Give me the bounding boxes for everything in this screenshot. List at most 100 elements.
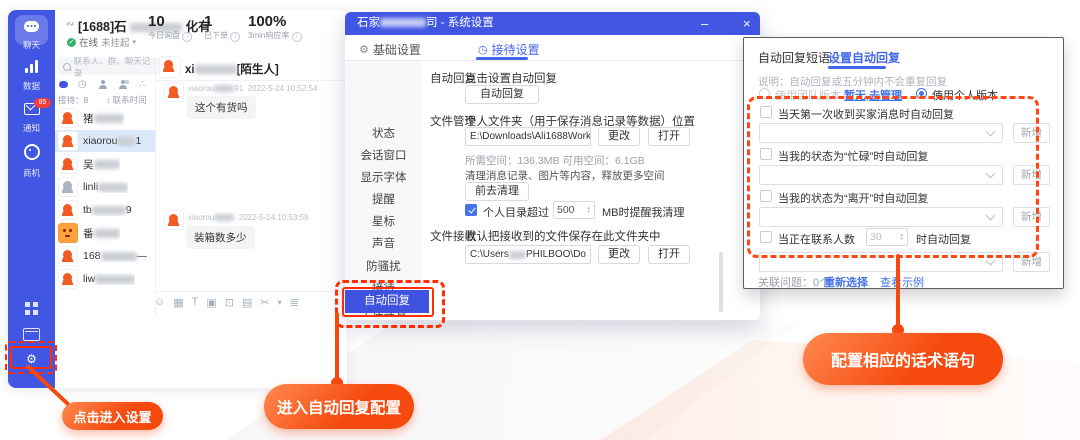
message-meta: xiaorou 2022-5-24 10:53:59 — [188, 213, 309, 222]
menu-item-session-window[interactable]: 会话窗口 — [345, 147, 422, 163]
screenshot-icon[interactable]: ▦ — [173, 296, 183, 310]
contact-avatar — [58, 200, 78, 220]
stepper-arrows-icon[interactable]: ▲▼ — [587, 206, 591, 214]
change-folder-button[interactable]: 更改 — [598, 127, 640, 146]
tab-set-auto-reply[interactable]: 设置自动回复 — [828, 49, 900, 66]
contact-avatar — [58, 223, 78, 243]
menu-item-star[interactable]: 星标 — [345, 213, 422, 229]
rule1-dropdown[interactable] — [759, 123, 1003, 143]
open-folder-button[interactable]: 打开 — [648, 127, 690, 146]
folder-icon[interactable]: ▤ — [242, 296, 252, 310]
rule4-dropdown[interactable] — [759, 252, 1003, 272]
go-clean-button[interactable]: 前去清理 — [465, 182, 529, 201]
scissors-icon[interactable]: ✂ — [260, 296, 269, 310]
limit-checkbox[interactable] — [465, 204, 477, 216]
menu-item-anti-harass[interactable]: 防骚扰 — [345, 258, 422, 274]
image-icon[interactable]: ▣ — [206, 296, 216, 310]
message-bubble: 这个有货吗 — [187, 96, 256, 119]
rule1-add-button[interactable]: 新增 — [1013, 123, 1050, 143]
receive-folder-path-input[interactable]: C:\UsersPHILBOO\Do — [465, 245, 591, 264]
rule3-label: 当我的状态为“离开”时自动回复 — [778, 190, 928, 206]
font-icon[interactable]: T — [192, 296, 199, 310]
screenshot-canvas: 聊天 数据 85 通知 商机 ⚙ — [0, 0, 1080, 440]
emoji-icon[interactable]: ☺ — [154, 296, 165, 310]
dialog-scrollbar[interactable] — [719, 252, 723, 312]
chat-bubble-icon — [24, 21, 39, 32]
sidebar-item-business[interactable]: 商机 — [8, 144, 55, 179]
change-recv-folder-button[interactable]: 更改 — [598, 245, 640, 264]
personal-version-radio[interactable] — [916, 88, 927, 99]
sort-by-time[interactable]: ↕ 联系时间 — [106, 94, 147, 106]
bar-chart-icon — [25, 60, 38, 73]
contact-name: liw — [83, 273, 135, 285]
chevron-down-icon — [986, 169, 996, 179]
team-version-radio[interactable] — [759, 88, 770, 99]
tab-reception-settings[interactable]: ◷ 接待设置 — [478, 41, 540, 58]
rule3-checkbox[interactable] — [760, 190, 772, 202]
history-icon[interactable]: ≣ — [290, 296, 299, 310]
stepper-arrows-icon[interactable]: ▲▼ — [900, 233, 904, 241]
chat-app-window: 聊天 数据 85 通知 商机 ⚙ — [8, 10, 347, 388]
filter-org-icon[interactable]: ∴ — [139, 80, 145, 90]
menu-item-status[interactable]: 状态 — [345, 125, 422, 141]
message-bubble: 装箱数多少 — [186, 226, 255, 249]
contact-row[interactable]: 吴 — [55, 153, 155, 175]
view-example-link[interactable]: 查看示例 — [880, 274, 924, 290]
chat-header-divider — [156, 80, 347, 81]
menu-item-reminder[interactable]: 提醒 — [345, 191, 422, 207]
info-icon — [182, 32, 192, 42]
filter-recent-icon[interactable]: ◷ — [78, 80, 87, 90]
callout-settings: 点击进入设置 — [62, 402, 163, 430]
contact-row[interactable]: 番 — [55, 222, 155, 244]
sidebar-item-data[interactable]: 数据 — [8, 60, 55, 92]
video-icon[interactable]: ⊡ — [225, 296, 234, 310]
apps-grid-button[interactable] — [8, 302, 55, 320]
rule2-label: 当我的状态为“忙碌”时自动回复 — [778, 148, 928, 164]
contact-row[interactable]: 猪 — [55, 107, 155, 129]
filter-group-icon[interactable] — [118, 80, 127, 92]
contact-row[interactable]: liw — [55, 268, 155, 290]
contact-avatar — [58, 177, 78, 197]
contact-row-selected[interactable]: xiaorou1 — [55, 130, 155, 152]
search-input[interactable]: 联系人、群、聊天记录 — [58, 58, 161, 75]
contact-count-stepper[interactable]: 30 ▲▼ — [866, 228, 908, 246]
open-recv-folder-button[interactable]: 打开 — [648, 245, 690, 264]
dialog-title: 石家司 - 系统设置 — [357, 17, 494, 29]
grid-icon — [25, 302, 38, 315]
rule4-add-button[interactable]: 新增 — [1013, 252, 1050, 272]
contact-avatar — [58, 269, 78, 289]
rule4-checkbox[interactable] — [760, 231, 772, 243]
rule2-dropdown[interactable] — [759, 165, 1003, 185]
status-row[interactable]: ✓ 在线 未挂起 ▾ — [67, 35, 136, 49]
app-sidebar: 聊天 数据 85 通知 商机 ⚙ — [8, 10, 55, 388]
filter-chats-icon[interactable] — [59, 81, 68, 91]
contact-row[interactable]: linli — [55, 176, 155, 198]
rule2-checkbox[interactable] — [760, 148, 772, 160]
contact-row[interactable]: tb9 — [55, 199, 155, 221]
caret-down-icon[interactable]: ▾ — [278, 296, 282, 310]
personal-folder-path-input[interactable]: E:\Downloads\Ali1688Workben — [465, 127, 591, 146]
auto-reply-button[interactable]: 自动回复 — [465, 85, 539, 104]
menu-item-sound[interactable]: 声音 — [345, 235, 422, 251]
rule2-add-button[interactable]: 新增 — [1013, 165, 1050, 185]
auto-reply-panel: 自动回复短语 设置自动回复 说明：自动回复或五分钟内不会重复回复 使用团队版本 … — [743, 37, 1064, 289]
manage-team-link[interactable]: 暂无,去管理 — [844, 87, 902, 103]
minimize-button[interactable]: – — [701, 12, 708, 35]
close-button[interactable]: × — [743, 12, 751, 35]
rule3-dropdown[interactable] — [759, 207, 1003, 227]
account-title-prefix: [1688]石 — [78, 20, 127, 34]
menu-item-font[interactable]: 显示字体 — [345, 169, 422, 185]
rule1-checkbox[interactable] — [760, 106, 772, 118]
settings-highlight-box — [10, 346, 52, 369]
filter-contact-icon[interactable] — [98, 80, 107, 92]
contact-row[interactable]: 168— — [55, 245, 155, 267]
sidebar-item-chat[interactable]: 聊天 — [8, 19, 55, 51]
clean-hint: 清理消息记录、图片等内容，释放更多空间 — [465, 168, 665, 183]
tab-reply-phrases[interactable]: 自动回复短语 — [758, 49, 830, 66]
limit-stepper[interactable]: 500 ▲▼ — [553, 201, 595, 219]
tab-basic-settings[interactable]: ⚙ 基础设置 — [359, 41, 421, 58]
reselect-link[interactable]: 重新选择 — [824, 274, 868, 290]
rule3-add-button[interactable]: 新增 — [1013, 207, 1050, 227]
sidebar-item-notifications[interactable]: 85 通知 — [8, 102, 55, 134]
dialog-titlebar[interactable]: 石家司 - 系统设置 – × — [345, 12, 760, 35]
